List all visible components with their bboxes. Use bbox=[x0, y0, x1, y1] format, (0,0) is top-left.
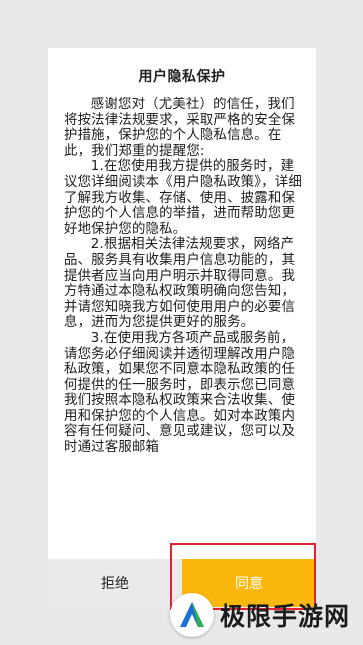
policy-paragraph-1: 1.在您使用我方提供的服务时，建议您详细阅读本《用户隐私政策》，详细了解我方收集… bbox=[64, 159, 302, 237]
watermark-text: 极限手游网 bbox=[220, 602, 351, 631]
policy-content[interactable]: 感谢您对（尤美社）的信任，我们将按法律法规要求，采取严格的安全保护措施，保护您的… bbox=[64, 97, 302, 559]
dialog-title: 用户隐私保护 bbox=[138, 69, 226, 85]
policy-paragraph-2: 2.根据相关法律法规要求，网络产品、服务具有收集用户信息功能的，其提供者应当向用… bbox=[64, 237, 296, 331]
reject-button[interactable]: 拒绝 bbox=[48, 559, 182, 607]
content-fade bbox=[64, 535, 302, 559]
policy-paragraph-3: 3.在使用我方各项产品或服务前，请您务必仔细阅读并透彻理解改用户隐私政策，如果您… bbox=[64, 330, 296, 456]
watermark-logo-icon bbox=[170, 593, 214, 637]
screen: 用户隐私保护 感谢您对（尤美社）的信任，我们将按法律法规要求，采取严格的安全保护… bbox=[0, 0, 363, 645]
privacy-dialog: 用户隐私保护 感谢您对（尤美社）的信任，我们将按法律法规要求，采取严格的安全保护… bbox=[48, 48, 316, 607]
watermark: 极限手游网 bbox=[170, 590, 350, 640]
policy-paragraph-intro: 感谢您对（尤美社）的信任，我们将按法律法规要求，采取严格的安全保护措施，保护您的… bbox=[64, 97, 296, 159]
